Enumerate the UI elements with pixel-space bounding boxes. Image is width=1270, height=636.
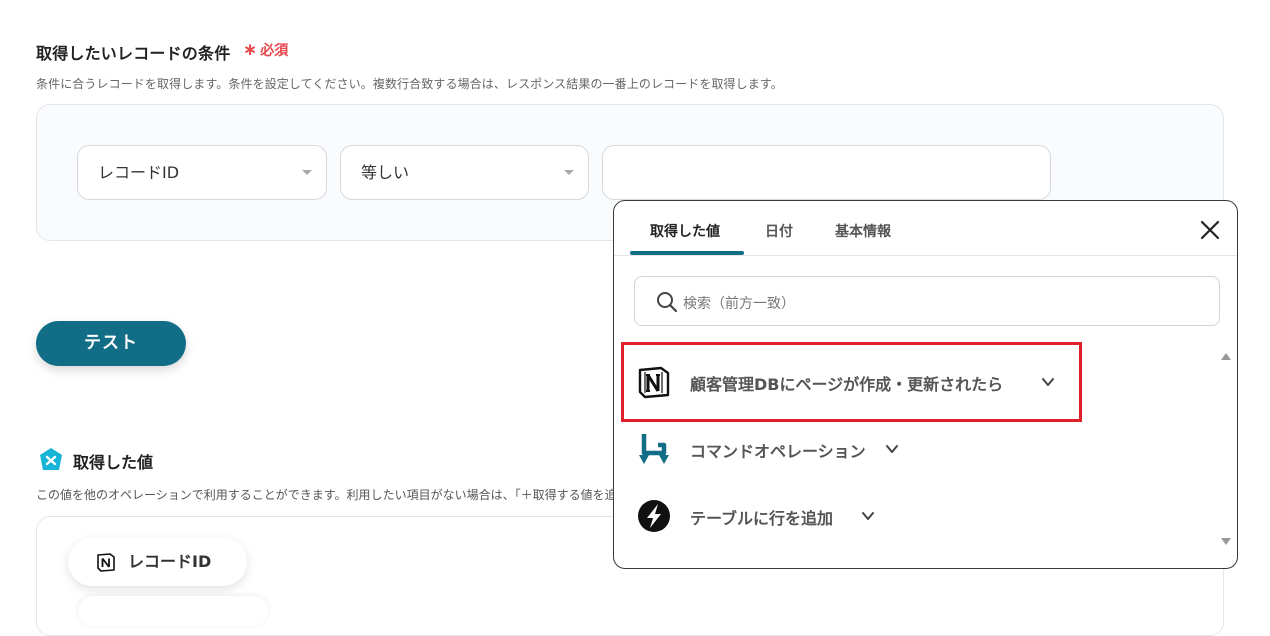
field-select[interactable]: レコードID [77, 145, 327, 200]
close-icon[interactable] [1199, 219, 1221, 241]
caret-down-icon [302, 170, 312, 175]
caret-down-icon [564, 170, 574, 175]
list-item-label: コマンドオペレーション [690, 442, 866, 461]
lightning-icon [638, 500, 670, 532]
value-section-title: 取得した値 [73, 453, 154, 472]
command-operation-icon [639, 434, 669, 464]
field-select-value: レコードID [98, 163, 180, 182]
popup-tabs: 取得した値 日付 基本情報 [614, 201, 1237, 256]
chevron-down-icon[interactable] [885, 442, 899, 456]
search-placeholder: 検索（前方一致） [683, 296, 795, 312]
tab-basic-info[interactable]: 基本情報 [835, 221, 891, 241]
scroll-down-arrow-icon[interactable] [1221, 538, 1231, 545]
operator-select-value: 等しい [361, 163, 410, 182]
value-chip-record-id[interactable]: レコードID [68, 538, 247, 586]
required-asterisk-icon: ∗ [243, 40, 258, 60]
tab-date[interactable]: 日付 [765, 221, 793, 241]
operator-select[interactable]: 等しい [340, 145, 589, 200]
required-badge: ∗ 必須 [243, 40, 288, 60]
tab-acquired-values[interactable]: 取得した値 [650, 221, 720, 241]
condition-section-description: 条件に合うレコードを取得します。条件を設定してください。複数行合致する場合は、レ… [36, 77, 783, 91]
highlight-annotation-box [621, 342, 1082, 422]
search-icon [657, 292, 678, 313]
required-label: 必須 [260, 43, 289, 59]
value-chip-label: レコードID [128, 552, 212, 571]
test-button[interactable]: テスト [36, 321, 186, 366]
notion-icon [97, 553, 115, 572]
list-item-command-operation[interactable]: コマンドオペレーション [614, 418, 1214, 478]
condition-value-input[interactable] [602, 145, 1051, 200]
condition-section-title: 取得したいレコードの条件 [36, 44, 231, 63]
search-input[interactable]: 検索（前方一致） [634, 276, 1220, 326]
value-section-description: この値を他のオペレーションで利用することができます。利用したい項目がない場合は、… [36, 488, 616, 502]
list-item-add-table-row[interactable]: テーブルに行を追加 [614, 485, 1214, 545]
yoom-icon [40, 448, 62, 470]
active-tab-indicator [630, 251, 744, 255]
scroll-up-arrow-icon[interactable] [1221, 353, 1231, 360]
chevron-down-icon[interactable] [861, 509, 875, 523]
list-item-label: テーブルに行を追加 [690, 509, 834, 528]
